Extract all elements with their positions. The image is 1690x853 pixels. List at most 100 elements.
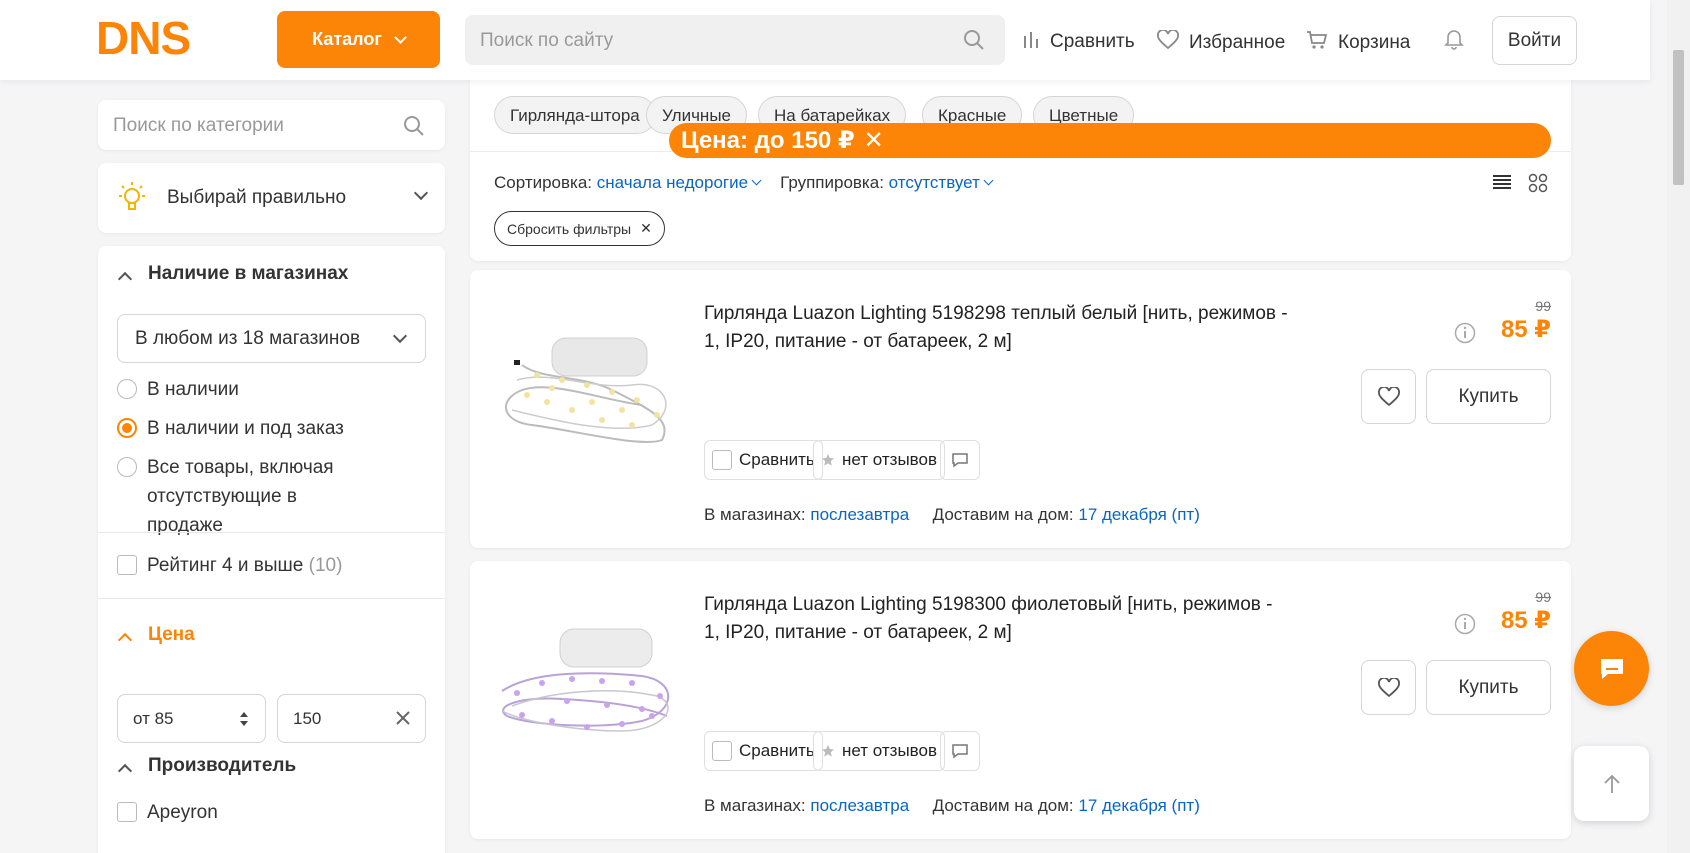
product-image[interactable] [492,330,682,450]
reviews-label: нет отзывов [842,450,937,469]
stepper-icon[interactable] [239,710,249,728]
buy-button[interactable]: Купить [1426,369,1551,424]
svg-text:DNS: DNS [96,16,190,60]
availability-title[interactable]: Наличие в магазинах [148,263,348,285]
availability-option-label: Все товары, включая отсутствующие в прод… [147,457,334,536]
radio-button[interactable] [117,457,137,477]
price-to-input[interactable]: 150 [277,694,426,743]
group-value[interactable]: отсутствует [889,173,980,192]
compare-checkbox[interactable]: Сравнить [704,440,823,480]
stores-label: В магазинах: [704,796,806,815]
collapse-chevron-icon[interactable] [117,271,133,287]
search-icon[interactable] [963,29,985,56]
delivery-label: Доставим на дом: [932,796,1074,815]
reviews-button[interactable]: нет отзывов [813,731,945,771]
bell-icon[interactable] [1444,28,1464,55]
availability-option[interactable]: В наличии [117,375,239,404]
quick-tag[interactable]: Гирлянда-штора [494,96,656,134]
cart-link[interactable]: Корзина [1306,30,1410,56]
product-title[interactable]: Гирлянда Luazon Lighting 5198300 фиолето… [704,591,1289,647]
stores-value[interactable]: послезавтра [810,796,909,815]
star-icon [822,745,834,757]
price-from-input[interactable]: от 85 [117,694,266,743]
price: 85 ₽ [1500,316,1551,343]
price-title[interactable]: Цена [148,624,195,646]
category-search-input[interactable]: Поиск по категории [98,100,445,150]
manufacturer-item[interactable]: Apeyron [117,798,218,827]
bulb-icon [115,181,149,220]
price-filter-chip[interactable]: Цена: до 150 ₽ ✕ [669,123,1551,158]
category-search-placeholder: Поиск по категории [113,115,284,136]
add-to-favorites-button[interactable] [1361,660,1416,715]
heart-icon [1377,677,1400,697]
availability-option-label: В наличии [147,379,239,400]
dns-logo[interactable]: DNS [96,12,248,64]
checkbox[interactable] [117,802,137,822]
clear-icon[interactable] [394,709,412,727]
divider [98,532,445,533]
manufacturer-title[interactable]: Производитель [148,755,296,777]
collapse-chevron-icon[interactable] [117,763,133,779]
site-search-input[interactable]: Поиск по сайту [465,15,1005,65]
search-icon[interactable] [403,115,425,142]
product-image[interactable] [492,621,682,741]
old-price: 99 [1535,589,1551,605]
price-filter-label: Цена: до 150 ₽ [681,127,855,154]
scrollbar-thumb[interactable] [1673,50,1684,185]
buy-button[interactable]: Купить [1426,660,1551,715]
divider [98,598,445,599]
sort-control[interactable]: Сортировка: сначала недорогие [494,173,762,193]
radio-button[interactable] [117,379,137,399]
radio-button-selected[interactable] [117,418,137,438]
group-control[interactable]: Группировка: отсутствует [780,173,994,193]
checkbox[interactable] [712,741,732,761]
catalog-button[interactable]: Каталог [277,11,440,68]
product-card: Гирлянда Luazon Lighting 5198298 теплый … [470,270,1571,548]
login-button[interactable]: Войти [1492,16,1577,65]
rating-filter[interactable]: Рейтинг 4 и выше (10) [117,551,342,580]
list-view-icon[interactable] [1492,173,1512,191]
product-title[interactable]: Гирлянда Luazon Lighting 5198298 теплый … [704,300,1289,356]
reset-filters-chip[interactable]: Сбросить фильтры ✕ [494,211,665,246]
delivery-value[interactable]: 17 декабря (пт) [1078,796,1200,815]
compare-checkbox[interactable]: Сравнить [704,731,823,771]
comments-button[interactable] [940,731,980,771]
store-select-value: В любом из 18 магазинов [135,328,361,349]
page-scrollbar[interactable] [1667,0,1690,853]
stores-value[interactable]: послезавтра [810,505,909,524]
availability-option[interactable]: Все товары, включая отсутствующие в прод… [117,453,357,540]
filters-panel: Наличие в магазинах В любом из 18 магази… [98,246,445,853]
heart-icon [1157,29,1179,56]
compare-link[interactable]: Сравнить [1022,30,1135,54]
grid-view-icon[interactable] [1528,173,1548,193]
checkbox[interactable] [117,555,137,575]
choose-right-dropdown[interactable]: Выбирай правильно [98,163,445,233]
garland-lights [524,372,660,428]
comment-icon [952,453,968,468]
old-price: 99 [1535,298,1551,314]
close-icon[interactable]: ✕ [640,220,652,237]
stores-label: В магазинах: [704,505,806,524]
info-icon[interactable] [1454,613,1476,640]
manufacturer-item-label: Apeyron [147,802,218,823]
comments-button[interactable] [940,440,980,480]
chevron-down-icon [393,30,407,44]
favorites-label: Избранное [1189,32,1286,53]
compare-label: Сравнить [739,741,815,760]
collapse-chevron-icon[interactable] [117,632,133,648]
delivery-value[interactable]: 17 декабря (пт) [1078,505,1200,524]
favorites-link[interactable]: Избранное [1157,29,1286,56]
chat-button[interactable] [1574,631,1649,706]
sort-value[interactable]: сначала недорогие [597,173,748,192]
availability-option[interactable]: В наличии и под заказ [117,414,344,443]
reviews-button[interactable]: нет отзывов [813,440,945,480]
catalog-toolbar: Гирлянда-штора Уличные На батарейках Кра… [470,78,1571,261]
add-to-favorites-button[interactable] [1361,369,1416,424]
store-select[interactable]: В любом из 18 магазинов [117,314,426,363]
choose-right-label: Выбирай правильно [167,187,347,208]
close-icon[interactable]: ✕ [864,126,884,155]
scroll-to-top-button[interactable] [1574,746,1649,821]
checkbox[interactable] [712,450,732,470]
info-icon[interactable] [1454,322,1476,349]
catalog-label: Каталог [312,29,382,49]
